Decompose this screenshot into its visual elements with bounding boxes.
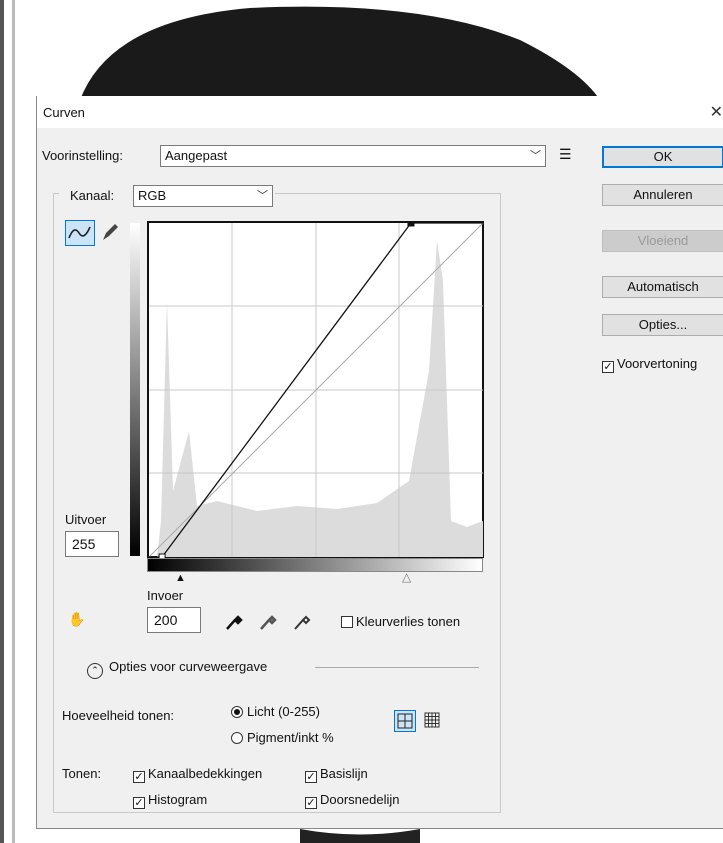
display-options-header: Opties voor curveweergave bbox=[109, 659, 268, 674]
preset-label: Voorinstelling: bbox=[42, 148, 123, 163]
chevron-down-icon: ﹀ bbox=[530, 150, 541, 162]
pigment-label: Pigment/inkt % bbox=[247, 730, 334, 745]
curves-dialog: Curven ✕ Voorinstelling: Aangepast ﹀ ☰ O… bbox=[36, 96, 723, 829]
show-label: Tonen: bbox=[62, 766, 102, 781]
chevron-down-icon: ﹀ bbox=[257, 190, 268, 202]
dialog-title: Curven bbox=[43, 105, 85, 120]
display-options-toggle[interactable]: ⌃ Opties voor curveweergave bbox=[87, 659, 267, 679]
baseline-label: Basislijn bbox=[320, 766, 368, 781]
output-label: Uitvoer bbox=[65, 512, 107, 527]
cancel-button[interactable]: Annuleren bbox=[602, 184, 723, 206]
radio-icon bbox=[231, 732, 243, 744]
histogram-label: Histogram bbox=[148, 792, 208, 807]
checkbox-icon bbox=[341, 616, 353, 628]
pencil-tool-button[interactable] bbox=[98, 220, 120, 246]
checkbox-icon: ✓ bbox=[305, 771, 317, 783]
close-icon[interactable]: ✕ bbox=[710, 102, 723, 122]
channel-value: RGB bbox=[138, 188, 167, 203]
pigment-radio[interactable]: Pigment/inkt % bbox=[231, 730, 334, 745]
curve-control-point[interactable] bbox=[407, 221, 415, 227]
checkbox-icon: ✓ bbox=[133, 797, 145, 809]
checkbox-icon: ✓ bbox=[133, 771, 145, 783]
on-image-adjust-icon[interactable]: ✋ bbox=[68, 611, 85, 628]
input-gradient bbox=[147, 558, 483, 572]
channel-overlays-label: Kanaalbedekkingen bbox=[148, 766, 263, 781]
black-point-slider[interactable]: ▲ bbox=[175, 572, 186, 584]
white-point-slider[interactable]: △ bbox=[402, 570, 411, 584]
point-tool-button[interactable] bbox=[65, 220, 95, 246]
checkbox-icon: ✓ bbox=[305, 797, 317, 809]
input-label: Invoer bbox=[147, 588, 184, 603]
intersection-checkbox[interactable]: ✓ Doorsnedelijn bbox=[305, 792, 400, 809]
amount-label: Hoeveelheid tonen: bbox=[62, 708, 175, 723]
output-gradient bbox=[130, 223, 140, 556]
histogram-checkbox[interactable]: ✓ Histogram bbox=[133, 792, 207, 809]
detailed-grid-button[interactable] bbox=[422, 710, 444, 732]
title-bar: Curven ✕ bbox=[37, 96, 723, 128]
options-button[interactable]: Opties... bbox=[602, 314, 723, 336]
ok-button[interactable]: OK bbox=[602, 146, 723, 168]
grid-4-icon bbox=[397, 713, 413, 729]
channel-select[interactable]: RGB ﹀ bbox=[133, 185, 273, 207]
preset-value: Aangepast bbox=[165, 148, 228, 163]
curve-graph[interactable] bbox=[147, 221, 485, 559]
preset-menu-icon[interactable]: ☰ bbox=[559, 146, 572, 163]
light-radio[interactable]: Licht (0-255) bbox=[231, 704, 320, 719]
gray-eyedropper-icon[interactable] bbox=[257, 610, 279, 632]
output-field[interactable]: 255 bbox=[65, 531, 119, 557]
collapse-icon: ⌃ bbox=[87, 663, 103, 679]
pencil-icon bbox=[103, 224, 118, 240]
radio-icon bbox=[231, 706, 243, 718]
input-field[interactable]: 200 bbox=[147, 607, 201, 633]
curve-point-icon bbox=[68, 226, 91, 239]
preset-select[interactable]: Aangepast ﹀ bbox=[160, 145, 546, 167]
baseline-checkbox[interactable]: ✓ Basislijn bbox=[305, 766, 368, 783]
preview-label: Voorvertoning bbox=[617, 356, 698, 371]
white-eyedropper-icon[interactable] bbox=[291, 610, 313, 632]
checkbox-icon: ✓ bbox=[602, 361, 614, 373]
light-label: Licht (0-255) bbox=[247, 704, 320, 719]
channel-overlays-checkbox[interactable]: ✓ Kanaalbedekkingen bbox=[133, 766, 262, 783]
smooth-button[interactable]: Vloeiend bbox=[602, 230, 723, 252]
preview-checkbox[interactable]: ✓ Voorvertoning bbox=[602, 356, 697, 373]
simple-grid-button[interactable] bbox=[394, 710, 416, 732]
clipping-checkbox[interactable]: Kleurverlies tonen bbox=[341, 614, 460, 629]
intersection-label: Doorsnedelijn bbox=[320, 792, 400, 807]
channel-label: Kanaal: bbox=[70, 188, 115, 203]
clipping-label: Kleurverlies tonen bbox=[356, 614, 461, 629]
auto-button[interactable]: Automatisch bbox=[602, 276, 723, 298]
grid-10-icon bbox=[424, 712, 440, 728]
separator bbox=[315, 667, 479, 668]
black-eyedropper-icon[interactable] bbox=[223, 610, 245, 632]
